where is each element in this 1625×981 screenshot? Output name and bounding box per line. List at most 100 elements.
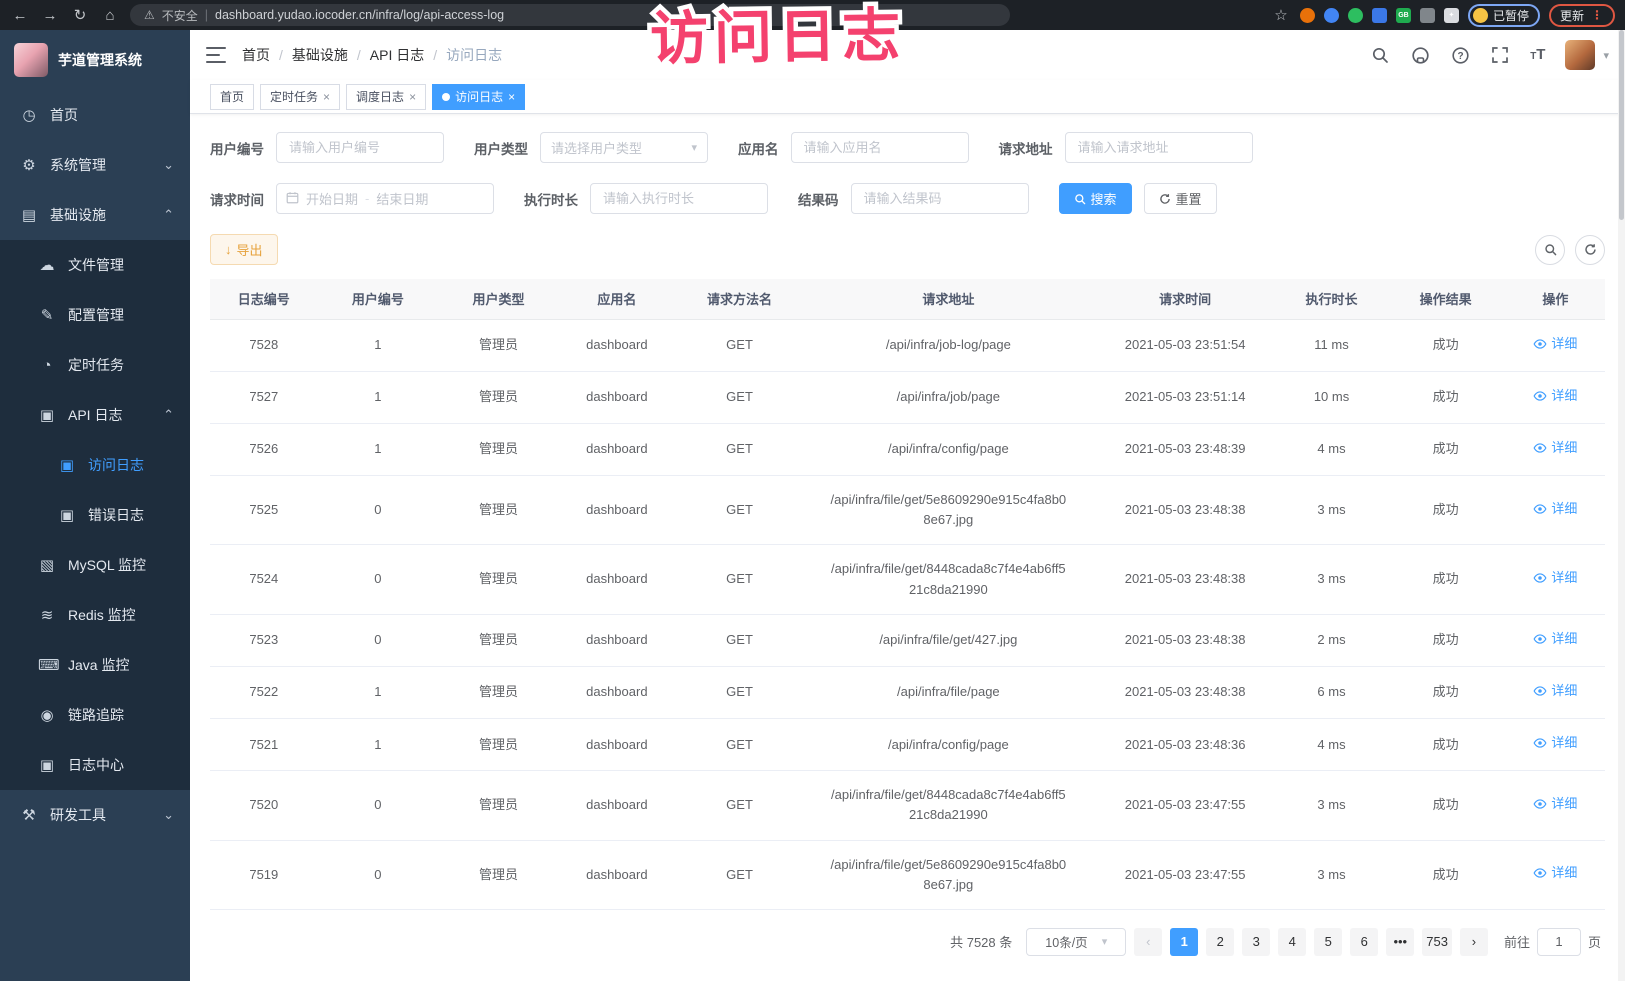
- cell-app-name: dashboard: [559, 614, 675, 666]
- page-button-6[interactable]: 6: [1350, 928, 1378, 956]
- request-url-input[interactable]: [1065, 132, 1253, 163]
- sidebar-item-api-log[interactable]: ▣API 日志⌃: [0, 390, 190, 440]
- extension-green-circle-icon[interactable]: [1348, 8, 1363, 23]
- table-row: 75221管理员dashboardGET/api/infra/file/page…: [210, 666, 1605, 718]
- sidebar-item-error-log[interactable]: ▣错误日志: [0, 490, 190, 540]
- extension-gb-icon[interactable]: GB: [1396, 8, 1411, 23]
- browser-menu-icon[interactable]: ⋮: [1591, 8, 1604, 22]
- cell-action: 详细: [1506, 719, 1605, 771]
- browser-forward-icon[interactable]: →: [40, 7, 60, 24]
- detail-button[interactable]: 详细: [1533, 438, 1577, 458]
- close-icon[interactable]: ×: [409, 90, 416, 104]
- cell-action: 详细: [1506, 840, 1605, 909]
- browser-back-icon[interactable]: ←: [10, 7, 30, 24]
- sidebar-item-redis-monitor[interactable]: ≋Redis 监控: [0, 590, 190, 640]
- close-icon[interactable]: ×: [508, 90, 515, 104]
- extensions-container: GB ✦: [1300, 8, 1459, 23]
- page-button-3[interactable]: 3: [1242, 928, 1270, 956]
- cell-user-type: 管理员: [438, 666, 559, 718]
- main-area: 首页/基础设施/API 日志/访问日志 ? TT: [190, 30, 1625, 981]
- detail-button[interactable]: 详细: [1533, 386, 1577, 406]
- detail-button[interactable]: 详细: [1533, 334, 1577, 354]
- sidebar-item-scheduled-tasks[interactable]: ◔定时任务: [0, 340, 190, 390]
- sidebar-item-java-monitor[interactable]: ⌨Java 监控: [0, 640, 190, 690]
- search-icon[interactable]: [1370, 45, 1390, 65]
- detail-label: 详细: [1551, 334, 1577, 354]
- scrollbar-thumb[interactable]: [1619, 30, 1624, 220]
- detail-button[interactable]: 详细: [1533, 863, 1577, 883]
- detail-button[interactable]: 详细: [1533, 733, 1577, 753]
- browser-update-button[interactable]: 更新 ⋮: [1549, 4, 1615, 27]
- fullscreen-icon[interactable]: [1490, 45, 1510, 65]
- goto-page-input[interactable]: [1537, 928, 1581, 956]
- toggle-search-icon[interactable]: [1535, 235, 1565, 265]
- hamburger-icon[interactable]: [206, 47, 226, 63]
- next-page-button[interactable]: ›: [1460, 928, 1488, 956]
- page-button-5[interactable]: 5: [1314, 928, 1342, 956]
- sidebar-item-log-center[interactable]: ▣日志中心: [0, 740, 190, 790]
- result-code-input[interactable]: [851, 183, 1029, 214]
- prev-page-button[interactable]: ‹: [1134, 928, 1162, 956]
- duration-input[interactable]: [590, 183, 768, 214]
- tab-schedule-log[interactable]: 调度日志×: [346, 84, 426, 110]
- sidebar-item-access-log[interactable]: ▣访问日志: [0, 440, 190, 490]
- chevron-down-icon[interactable]: ▾: [1603, 49, 1609, 62]
- detail-button[interactable]: 详细: [1533, 681, 1577, 701]
- sidebar-item-system-management[interactable]: ⚙系统管理⌄: [0, 140, 190, 190]
- more-pages-button[interactable]: •••: [1386, 928, 1414, 956]
- extension-gray-icon[interactable]: [1420, 8, 1435, 23]
- user-type-select[interactable]: 请选择用户类型▾: [540, 132, 708, 163]
- extension-shield-icon[interactable]: [1324, 8, 1339, 23]
- user-avatar[interactable]: [1565, 40, 1595, 70]
- page-button-2[interactable]: 2: [1206, 928, 1234, 956]
- request-time-range-picker[interactable]: 开始日期-结束日期: [276, 183, 494, 214]
- tab-access-log[interactable]: 访问日志×: [432, 84, 525, 110]
- detail-button[interactable]: 详细: [1533, 794, 1577, 814]
- help-icon[interactable]: ?: [1450, 45, 1470, 65]
- github-icon[interactable]: [1410, 45, 1430, 65]
- profile-paused-chip[interactable]: 已暂停: [1468, 4, 1540, 27]
- detail-button[interactable]: 详细: [1533, 499, 1577, 519]
- reset-button[interactable]: 重置: [1144, 183, 1217, 214]
- sidebar-item-home[interactable]: ◷首页: [0, 90, 190, 140]
- search-button[interactable]: 搜索: [1059, 183, 1132, 214]
- cell-log-id: 7521: [210, 719, 318, 771]
- range-separator: -: [365, 191, 369, 206]
- sidebar-item-config-management[interactable]: ✎配置管理: [0, 290, 190, 340]
- export-button[interactable]: ↓ 导出: [210, 234, 278, 265]
- sidebar-item-mysql-monitor[interactable]: ▧MySQL 监控: [0, 540, 190, 590]
- url-text: dashboard.yudao.iocoder.cn/infra/log/api…: [215, 8, 504, 22]
- browser-reload-icon[interactable]: ↻: [70, 6, 90, 24]
- sidebar-item-file-management[interactable]: ☁文件管理: [0, 240, 190, 290]
- cell-request-time: 2021-05-03 23:48:36: [1093, 719, 1278, 771]
- page-button-4[interactable]: 4: [1278, 928, 1306, 956]
- sidebar-item-dev-tools[interactable]: ⚒研发工具⌄: [0, 790, 190, 840]
- breadcrumb-item[interactable]: 基础设施: [292, 45, 348, 65]
- close-icon[interactable]: ×: [323, 90, 330, 104]
- detail-button[interactable]: 详细: [1533, 568, 1577, 588]
- browser-home-icon[interactable]: ⌂: [100, 7, 120, 24]
- breadcrumb-item[interactable]: 首页: [242, 45, 270, 65]
- page-button-1[interactable]: 1: [1170, 928, 1198, 956]
- page-button-753[interactable]: 753: [1422, 928, 1452, 956]
- tab-home[interactable]: 首页: [210, 84, 254, 110]
- logo-image: [14, 43, 48, 77]
- font-size-icon[interactable]: TT: [1530, 46, 1545, 64]
- breadcrumb-item[interactable]: API 日志: [370, 45, 424, 65]
- extension-blue-grid-icon[interactable]: [1372, 8, 1387, 23]
- sidebar-item-trace[interactable]: ◉链路追踪: [0, 690, 190, 740]
- page-size-select[interactable]: 10条/页 ▾: [1026, 928, 1126, 956]
- app-name-input[interactable]: [791, 132, 969, 163]
- tab-scheduled-tasks[interactable]: 定时任务×: [260, 84, 340, 110]
- refresh-icon[interactable]: [1575, 235, 1605, 265]
- bookmark-star-icon[interactable]: ☆: [1271, 6, 1291, 24]
- extension-orange-icon[interactable]: [1300, 8, 1315, 23]
- extension-pin-icon[interactable]: ✦: [1444, 8, 1459, 23]
- app-logo[interactable]: 芋道管理系统: [0, 30, 190, 90]
- cell-request-method: GET: [675, 614, 804, 666]
- sidebar-item-infrastructure[interactable]: ▤基础设施⌃: [0, 190, 190, 240]
- user-id-input[interactable]: [276, 132, 444, 163]
- page-content: 用户编号用户类型请选择用户类型▾应用名请求地址请求时间开始日期-结束日期执行时长…: [190, 114, 1625, 981]
- detail-button[interactable]: 详细: [1533, 629, 1577, 649]
- address-bar[interactable]: ⚠ 不安全 | dashboard.yudao.iocoder.cn/infra…: [130, 4, 1010, 26]
